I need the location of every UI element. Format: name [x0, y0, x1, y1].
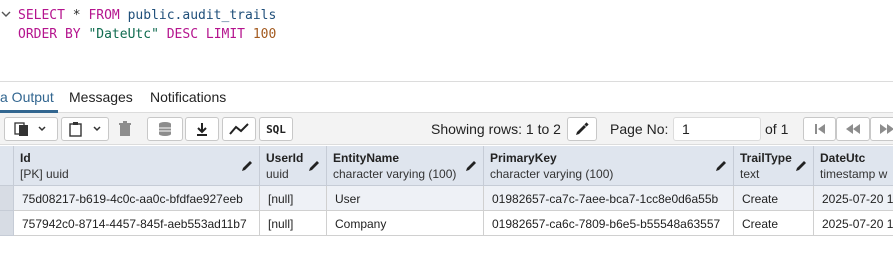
pencil-icon[interactable] — [796, 159, 808, 171]
database-icon — [159, 122, 171, 136]
copy-icon — [14, 122, 46, 136]
tab-data-output[interactable]: a Output — [0, 89, 54, 105]
tab-messages[interactable]: Messages — [69, 89, 133, 105]
column-type: [PK] uuid — [20, 167, 69, 181]
sql-identifier: public.audit_trails — [119, 8, 277, 23]
download-button[interactable] — [185, 117, 219, 141]
sql-string: "DateUtc" — [80, 27, 159, 42]
row-number-2[interactable] — [0, 211, 14, 236]
sql-keyword: SELECT — [18, 8, 65, 23]
page-total-label: of 1 — [765, 121, 789, 137]
pencil-icon[interactable] — [309, 159, 321, 171]
table-cell[interactable]: [null] — [260, 211, 327, 236]
fast-forward-icon — [880, 124, 893, 134]
column-header-primarykey[interactable]: PrimaryKey character varying (100) — [484, 146, 734, 186]
row-number-1[interactable] — [0, 186, 14, 211]
page-number-label: Page No: — [610, 121, 669, 137]
column-header-userid[interactable]: UserId uuid — [260, 146, 327, 186]
table-cell[interactable]: 01982657-ca6c-7809-b6e5-b55548a63557 — [484, 211, 734, 236]
column-header-dateutc[interactable]: DateUtc timestamp w — [814, 146, 893, 186]
rows-status: Showing rows: 1 to 2 — [431, 121, 561, 137]
pencil-icon[interactable] — [242, 159, 254, 171]
line-chart-icon — [229, 123, 249, 135]
pencil-icon[interactable] — [716, 159, 728, 171]
column-name: PrimaryKey — [490, 151, 557, 165]
table-cell[interactable]: Company — [327, 211, 484, 236]
column-name: Id — [20, 151, 31, 165]
trash-icon — [119, 121, 131, 136]
code-line-1: SELECT * FROM public.audit_trails — [18, 7, 276, 25]
table-cell[interactable]: Create — [734, 211, 814, 236]
column-type: timestamp w — [820, 167, 888, 181]
table-cell[interactable]: 75d08217-b619-4c0c-aa0c-bfdfae927eeb — [14, 186, 260, 211]
graph-visualiser-button[interactable] — [222, 117, 256, 141]
sql-button[interactable]: SQL — [259, 117, 293, 141]
page-number-input[interactable]: 1 — [673, 117, 761, 141]
pencil-icon — [576, 122, 589, 135]
fold-chevron-icon[interactable] — [1, 9, 11, 19]
next-page-button[interactable] — [870, 117, 893, 141]
sql-keyword: ORDER BY — [18, 27, 81, 42]
column-type: character varying (100) — [490, 167, 614, 181]
sql-label: SQL — [266, 122, 286, 136]
table-cell[interactable]: 757942c0-8714-4457-845f-aeb553ad11b7 — [14, 211, 260, 236]
column-type: uuid — [266, 167, 289, 181]
paste-button[interactable] — [61, 117, 109, 141]
column-type: character varying (100) — [333, 167, 457, 181]
column-name: UserId — [266, 151, 304, 165]
row-header-corner[interactable] — [0, 146, 14, 186]
pencil-icon[interactable] — [466, 159, 478, 171]
column-name: TrailType — [740, 151, 792, 165]
download-icon — [197, 123, 207, 136]
table-cell[interactable]: 2025-07-20 1 — [814, 211, 893, 236]
table-cell[interactable]: Create — [734, 186, 814, 211]
clipboard-icon — [69, 122, 101, 137]
table-cell[interactable]: 2025-07-20 1 — [814, 186, 893, 211]
column-header-id[interactable]: Id [PK] uuid — [14, 146, 260, 186]
table-cell[interactable]: [null] — [260, 186, 327, 211]
first-page-icon — [814, 124, 825, 134]
result-tabs: a Output Messages Notifications — [0, 81, 893, 113]
table-cell[interactable]: User — [327, 186, 484, 211]
tab-notifications[interactable]: Notifications — [150, 89, 226, 105]
column-name: DateUtc — [820, 151, 866, 165]
delete-button[interactable] — [112, 117, 138, 141]
column-header-entityname[interactable]: EntityName character varying (100) — [327, 146, 484, 186]
column-header-trailtype[interactable]: TrailType text — [734, 146, 814, 186]
edit-rows-button[interactable] — [567, 117, 597, 141]
sql-editor[interactable]: SELECT * FROM public.audit_trails ORDER … — [0, 0, 893, 81]
sql-number: 100 — [245, 27, 277, 42]
add-row-button[interactable] — [4, 117, 58, 141]
column-type: text — [740, 167, 760, 181]
previous-page-button[interactable] — [836, 117, 870, 141]
data-toolbar: SQL Showing rows: 1 to 2 Page No: 1 of 1 — [0, 113, 893, 145]
first-page-button[interactable] — [803, 117, 836, 141]
sql-keyword: FROM — [88, 8, 120, 23]
column-name: EntityName — [333, 151, 400, 165]
sql-star: * — [64, 8, 89, 23]
save-data-button[interactable] — [147, 117, 183, 141]
code-line-2: ORDER BY "DateUtc" DESC LIMIT 100 — [18, 26, 276, 44]
rewind-icon — [846, 124, 860, 134]
sql-keyword: DESC LIMIT — [158, 27, 245, 42]
table-cell[interactable]: 01982657-ca7c-7aee-bca7-1cc8e0d6a55b — [484, 186, 734, 211]
